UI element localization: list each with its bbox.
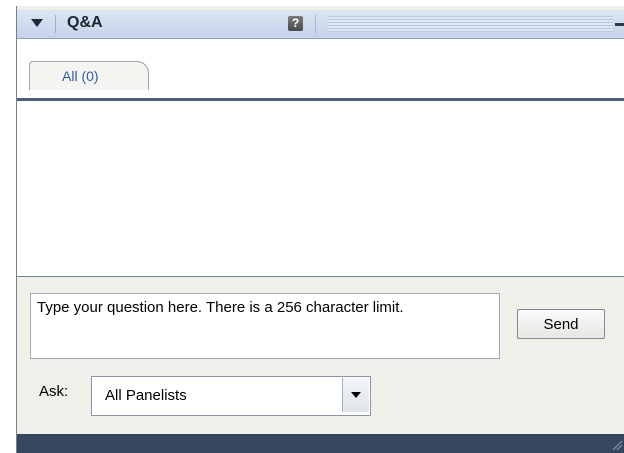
send-button[interactable]: Send xyxy=(517,309,605,339)
dropdown-arrow-button[interactable] xyxy=(342,378,369,412)
tab-all[interactable]: All (0) xyxy=(29,61,149,90)
question-mark-icon[interactable]: ? xyxy=(288,16,303,31)
drag-grip[interactable] xyxy=(327,16,613,32)
ask-label: Ask: xyxy=(39,383,69,400)
minimize-icon[interactable] xyxy=(615,23,624,26)
ask-selected-value: All Panelists xyxy=(105,387,187,404)
tab-strip: All (0) xyxy=(17,39,624,100)
question-input[interactable]: Type your question here. There is a 256 … xyxy=(30,293,500,359)
tab-all-label: All (0) xyxy=(62,68,99,84)
chevron-down-icon xyxy=(351,392,361,398)
panel-title: Q&A xyxy=(67,14,103,31)
triangle-down-icon xyxy=(31,19,43,27)
qa-panel: Q&A ? All (0) Type your question here. T… xyxy=(16,6,624,453)
panel-footer xyxy=(17,434,624,453)
ask-recipient-select[interactable]: All Panelists xyxy=(91,376,371,416)
panel-header: Q&A ? xyxy=(17,10,624,39)
resize-grip-icon[interactable] xyxy=(611,439,623,451)
question-list[interactable] xyxy=(17,101,624,277)
collapse-button[interactable] xyxy=(21,15,56,33)
header-divider xyxy=(315,14,316,34)
question-compose-area: Type your question here. There is a 256 … xyxy=(17,277,624,434)
